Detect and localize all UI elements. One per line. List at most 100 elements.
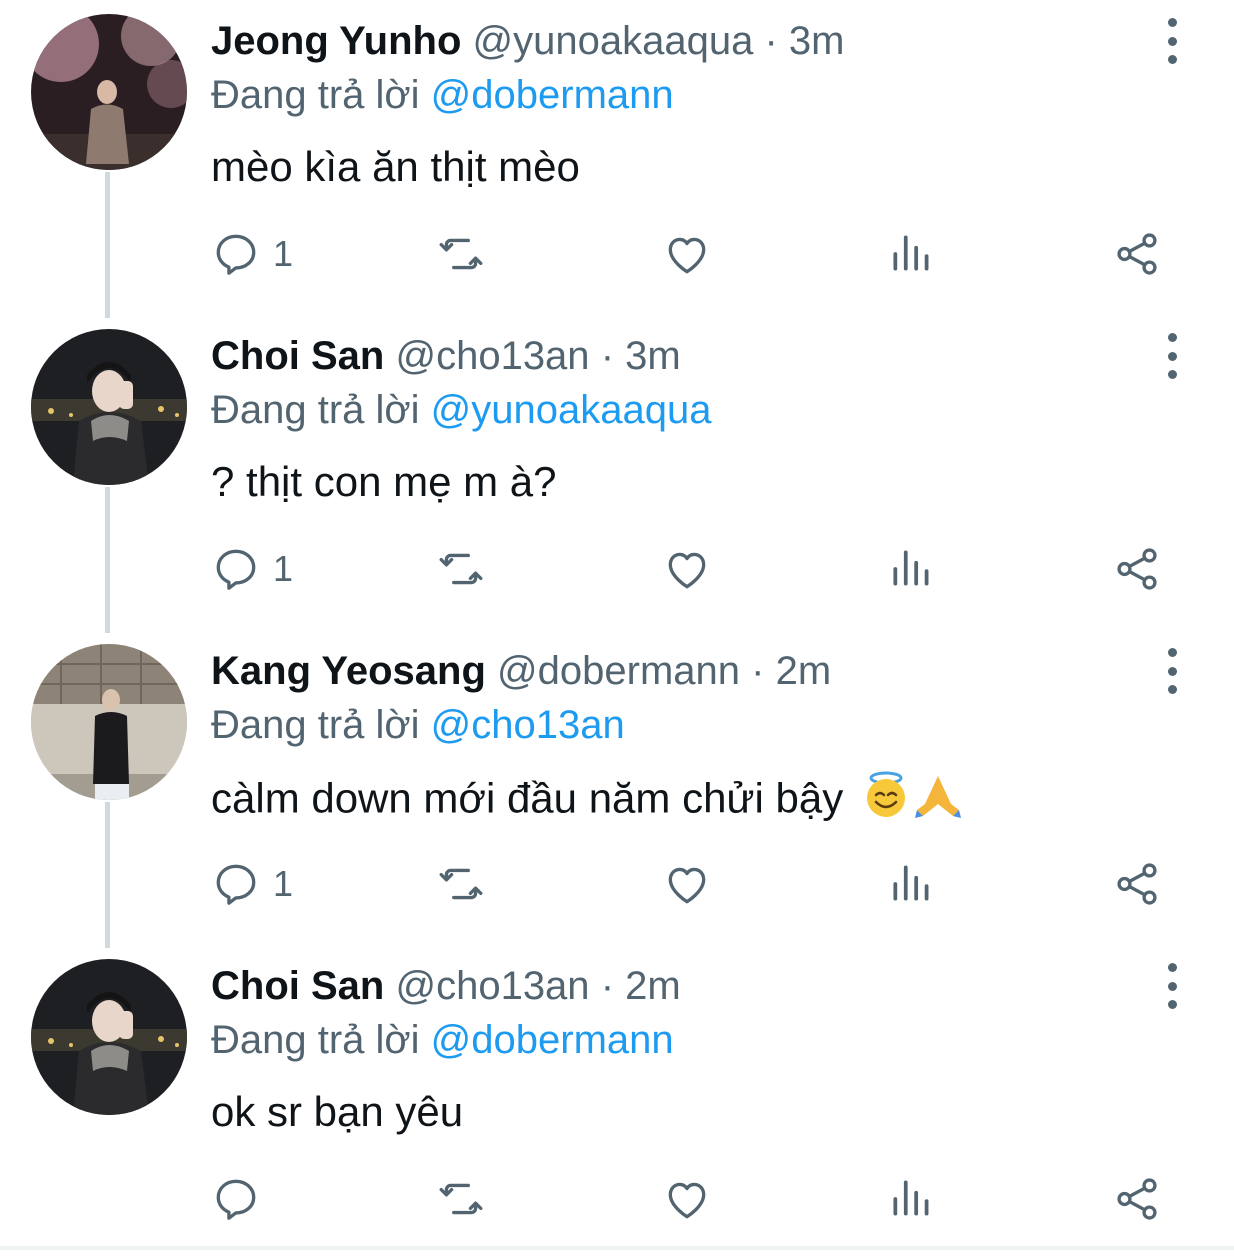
share-button[interactable] — [1112, 537, 1162, 601]
replying-to: Đang trả lời @cho13an — [211, 700, 625, 750]
avatar[interactable] — [31, 329, 187, 485]
user-handle[interactable]: @cho13an — [395, 964, 589, 1008]
replying-to-mention[interactable]: @cho13an — [431, 703, 625, 747]
reply-count: 1 — [273, 233, 294, 274]
display-name[interactable]: Kang Yeosang — [211, 649, 486, 693]
timestamp[interactable]: 2m — [625, 964, 681, 1008]
retweet-button[interactable] — [436, 1167, 486, 1231]
tweet-header: Kang Yeosang @dobermann · 2m — [211, 646, 831, 696]
reply-icon — [211, 859, 261, 909]
action-bar: 1 — [0, 222, 1234, 286]
share-button[interactable] — [1112, 852, 1162, 916]
reply-button[interactable]: 1 — [211, 222, 293, 286]
views-button[interactable] — [887, 537, 937, 601]
views-button[interactable] — [887, 1167, 937, 1231]
share-button[interactable] — [1112, 222, 1162, 286]
tweet-header: Jeong Yunho @yunoakaaqua · 3m — [211, 16, 845, 66]
reply-icon — [211, 229, 261, 279]
views-icon — [887, 544, 937, 594]
reply-button[interactable]: 1 — [211, 852, 293, 916]
views-button[interactable] — [887, 852, 937, 916]
replying-to-mention[interactable]: @dobermann — [431, 73, 674, 117]
timestamp[interactable]: 3m — [789, 19, 845, 63]
retweet-button[interactable] — [436, 537, 486, 601]
retweet-icon — [436, 229, 486, 279]
avatar-hoodie-night-image — [31, 329, 187, 485]
action-bar: 1 — [0, 537, 1234, 601]
replying-to-label: Đang trả lời — [211, 1018, 420, 1062]
tweet[interactable]: Choi San @cho13an · 2m Đang trả lời @dob… — [0, 945, 1234, 1260]
like-button[interactable] — [662, 222, 712, 286]
like-button[interactable] — [662, 1167, 712, 1231]
heart-icon — [662, 1174, 712, 1224]
replying-to: Đang trả lời @dobermann — [211, 70, 674, 120]
heart-icon — [662, 229, 712, 279]
share-icon — [1112, 544, 1162, 594]
views-button[interactable] — [887, 222, 937, 286]
display-name[interactable]: Choi San — [211, 964, 384, 1008]
separator-dot: · — [600, 334, 615, 378]
avatar-building-standing-image — [31, 644, 187, 800]
user-handle[interactable]: @yunoakaaqua — [473, 19, 754, 63]
views-icon — [887, 859, 937, 909]
replying-to: Đang trả lời @dobermann — [211, 1015, 674, 1065]
more-options-icon[interactable] — [1152, 648, 1192, 694]
avatar[interactable] — [31, 959, 187, 1115]
reply-count: 1 — [273, 548, 294, 589]
share-icon — [1112, 859, 1162, 909]
tweet-text: mèo kìa ăn thịt mèo — [211, 143, 580, 190]
tweet[interactable]: Jeong Yunho @yunoakaaqua · 3m Đang trả l… — [0, 0, 1234, 315]
separator-dot: · — [764, 19, 778, 63]
replying-to: Đang trả lời @yunoakaaqua — [211, 385, 712, 435]
reply-button[interactable] — [211, 1167, 273, 1231]
heart-icon — [662, 544, 712, 594]
like-button[interactable] — [662, 537, 712, 601]
heart-icon — [662, 859, 712, 909]
retweet-button[interactable] — [436, 852, 486, 916]
user-handle[interactable]: @dobermann — [497, 649, 740, 693]
tweet-text-container: càlm down mới đầu năm chửi bậy — [211, 770, 965, 833]
retweet-icon — [436, 859, 486, 909]
timestamp[interactable]: 2m — [776, 649, 832, 693]
bottom-divider — [0, 1246, 1234, 1250]
reply-icon — [211, 1174, 261, 1224]
reply-icon — [211, 544, 261, 594]
retweet-button[interactable] — [436, 222, 486, 286]
more-options-icon[interactable] — [1152, 333, 1192, 379]
timestamp[interactable]: 3m — [625, 334, 681, 378]
avatar[interactable] — [31, 644, 187, 800]
share-icon — [1112, 1174, 1162, 1224]
retweet-icon — [436, 544, 486, 594]
tweet-text: càlm down mới đầu năm chửi bậy — [211, 774, 844, 822]
action-bar: 1 — [0, 852, 1234, 916]
retweet-icon — [436, 1174, 486, 1224]
avatar-hoodie-night-image — [31, 959, 187, 1115]
more-options-icon[interactable] — [1152, 963, 1192, 1009]
share-button[interactable] — [1112, 1167, 1162, 1231]
tweet-header: Choi San @cho13an · 3m — [211, 331, 681, 381]
replying-to-mention[interactable]: @yunoakaaqua — [431, 388, 712, 432]
tweet-text: ok sr bạn yêu — [211, 1088, 464, 1135]
action-bar — [0, 1167, 1234, 1231]
replying-to-mention[interactable]: @dobermann — [431, 1018, 674, 1062]
tweet-header: Choi San @cho13an · 2m — [211, 961, 681, 1011]
smiling-face-with-halo-emoji — [861, 770, 911, 833]
avatar[interactable] — [31, 14, 187, 170]
separator-dot: · — [600, 964, 615, 1008]
reply-count: 1 — [273, 863, 294, 904]
reply-button[interactable]: 1 — [211, 537, 293, 601]
share-icon — [1112, 229, 1162, 279]
user-handle[interactable]: @cho13an — [395, 334, 589, 378]
replying-to-label: Đang trả lời — [211, 388, 420, 432]
like-button[interactable] — [662, 852, 712, 916]
tweet[interactable]: Kang Yeosang @dobermann · 2m Đang trả lờ… — [0, 630, 1234, 945]
tweet[interactable]: Choi San @cho13an · 3m Đang trả lời @yun… — [0, 315, 1234, 630]
separator-dot: · — [751, 649, 765, 693]
display-name[interactable]: Choi San — [211, 334, 384, 378]
replying-to-label: Đang trả lời — [211, 73, 420, 117]
display-name[interactable]: Jeong Yunho — [211, 19, 461, 63]
tweet-text: ? thịt con mẹ m à? — [211, 458, 557, 505]
views-icon — [887, 1174, 937, 1224]
views-icon — [887, 229, 937, 279]
more-options-icon[interactable] — [1152, 18, 1192, 64]
